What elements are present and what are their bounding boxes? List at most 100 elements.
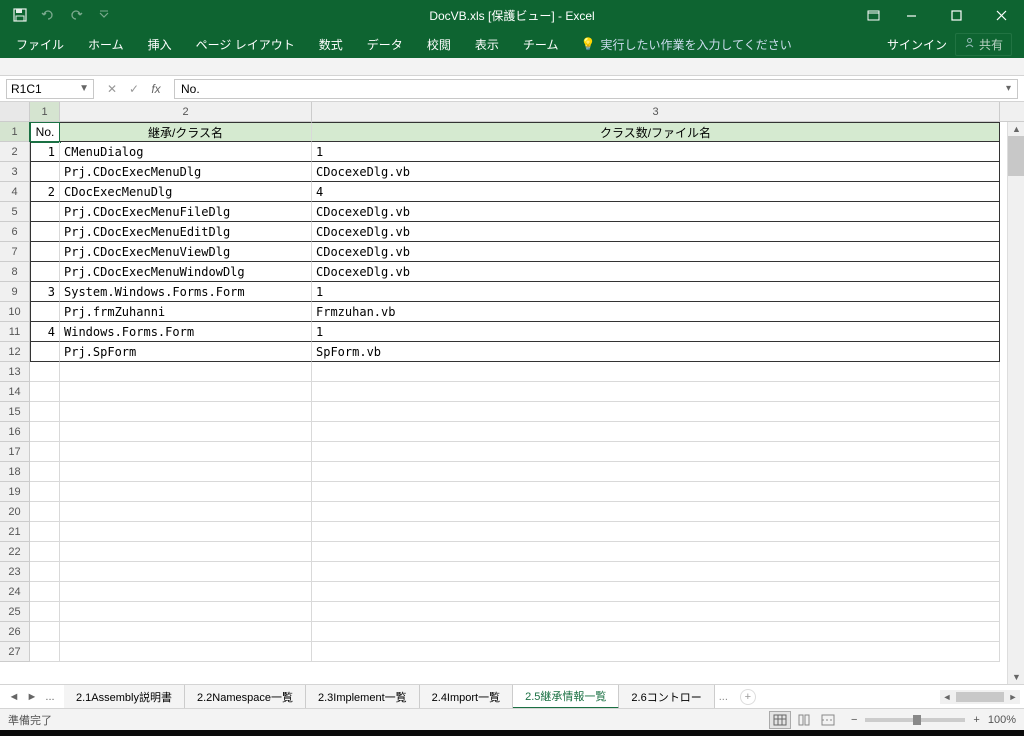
cell[interactable] [30,502,60,522]
cell[interactable] [312,582,1000,602]
cell[interactable] [60,402,312,422]
cell[interactable] [312,402,1000,422]
row-header[interactable]: 12 [0,342,30,362]
tab-formulas[interactable]: 数式 [307,30,355,58]
cell[interactable] [312,602,1000,622]
row-header[interactable]: 5 [0,202,30,222]
cell[interactable] [312,422,1000,442]
row-header[interactable]: 25 [0,602,30,622]
name-box[interactable]: R1C1 ▼ [6,79,94,99]
col-header-2[interactable]: 2 [60,102,312,121]
row-header[interactable]: 23 [0,562,30,582]
tab-page-layout[interactable]: ページ レイアウト [184,30,307,58]
row-header[interactable]: 20 [0,502,30,522]
sheet-tab[interactable]: 2.3Implement一覧 [306,685,420,709]
cell[interactable] [30,562,60,582]
row-header[interactable]: 15 [0,402,30,422]
view-page-layout-button[interactable] [793,711,815,729]
zoom-out-button[interactable]: − [851,714,857,726]
cell-no[interactable]: 4 [30,322,60,342]
cell-class[interactable]: Prj.CDocExecMenuViewDlg [60,242,312,262]
cell[interactable] [60,542,312,562]
cell[interactable] [312,462,1000,482]
view-page-break-button[interactable] [817,711,839,729]
tab-review[interactable]: 校閲 [415,30,463,58]
cell[interactable] [30,542,60,562]
zoom-in-button[interactable]: + [973,714,979,726]
tab-team[interactable]: チーム [511,30,571,58]
cell-file[interactable]: 1 [312,322,1000,342]
cancel-icon[interactable]: ✕ [102,79,122,99]
hscroll-left-icon[interactable]: ◄ [940,692,954,702]
cell[interactable] [60,622,312,642]
cell[interactable] [60,502,312,522]
cell[interactable] [30,482,60,502]
sheet-tab[interactable]: 2.4Import一覧 [420,685,513,709]
row-header[interactable]: 2 [0,142,30,162]
qat-customize-button[interactable] [92,3,116,27]
cell-class[interactable]: CMenuDialog [60,142,312,162]
cell[interactable] [312,522,1000,542]
cell[interactable] [30,442,60,462]
cell[interactable] [60,522,312,542]
cell-file[interactable]: CDocexeDlg.vb [312,162,1000,182]
row-header[interactable]: 16 [0,422,30,442]
maximize-button[interactable] [934,0,979,30]
cell[interactable] [60,362,312,382]
row-header[interactable]: 27 [0,642,30,662]
cell-file[interactable]: CDocexeDlg.vb [312,262,1000,282]
cell[interactable] [312,642,1000,662]
row-header[interactable]: 1 [0,122,30,142]
sheet-nav-next[interactable]: ► [24,689,40,705]
row-header[interactable]: 11 [0,322,30,342]
view-normal-button[interactable] [769,711,791,729]
cell[interactable] [60,602,312,622]
cell[interactable] [312,542,1000,562]
cell[interactable] [312,442,1000,462]
cell[interactable] [312,482,1000,502]
cell[interactable] [60,642,312,662]
cell-no[interactable] [30,302,60,322]
cell[interactable] [30,402,60,422]
cell-no[interactable] [30,202,60,222]
row-header[interactable]: 8 [0,262,30,282]
cell[interactable] [30,582,60,602]
row-header[interactable]: 18 [0,462,30,482]
cell-no[interactable] [30,222,60,242]
sheet-tab[interactable]: 2.2Namespace一覧 [185,685,306,709]
col-header-3[interactable]: 3 [312,102,1000,121]
cell[interactable] [60,462,312,482]
row-header[interactable]: 14 [0,382,30,402]
cell-class[interactable]: Prj.SpForm [60,342,312,362]
cell[interactable] [60,382,312,402]
add-sheet-button[interactable]: + [740,689,756,705]
cell[interactable] [30,462,60,482]
row-header[interactable]: 21 [0,522,30,542]
scroll-thumb[interactable] [1008,136,1024,176]
scroll-down-icon[interactable]: ▼ [1008,670,1024,684]
cell-class[interactable]: Prj.CDocExecMenuFileDlg [60,202,312,222]
sheet-tab[interactable]: 2.6コントロー [619,685,714,709]
cell-class[interactable]: Windows.Forms.Form [60,322,312,342]
sheet-nav-more[interactable]: ... [42,689,58,705]
enter-icon[interactable]: ✓ [124,79,144,99]
sheet-nav-prev[interactable]: ◄ [6,689,22,705]
cell-class[interactable]: Prj.CDocExecMenuWindowDlg [60,262,312,282]
sheet-tab[interactable]: 2.5継承情報一覧 [513,685,619,709]
cell[interactable] [60,562,312,582]
cell[interactable] [312,502,1000,522]
expand-formula-icon[interactable]: ▾ [1006,83,1011,94]
horizontal-scrollbar[interactable]: ◄ ► [940,690,1020,704]
row-header[interactable]: 9 [0,282,30,302]
cell-header-no[interactable]: No. [30,122,60,142]
cell-no[interactable]: 3 [30,282,60,302]
cell[interactable] [30,382,60,402]
cell[interactable] [30,522,60,542]
cell-class[interactable]: System.Windows.Forms.Form [60,282,312,302]
cell[interactable] [60,422,312,442]
cell-file[interactable]: 1 [312,142,1000,162]
cell-header-file[interactable]: クラス数/ファイル名 [312,122,1000,142]
tab-insert[interactable]: 挿入 [136,30,184,58]
row-header[interactable]: 3 [0,162,30,182]
row-header[interactable]: 6 [0,222,30,242]
